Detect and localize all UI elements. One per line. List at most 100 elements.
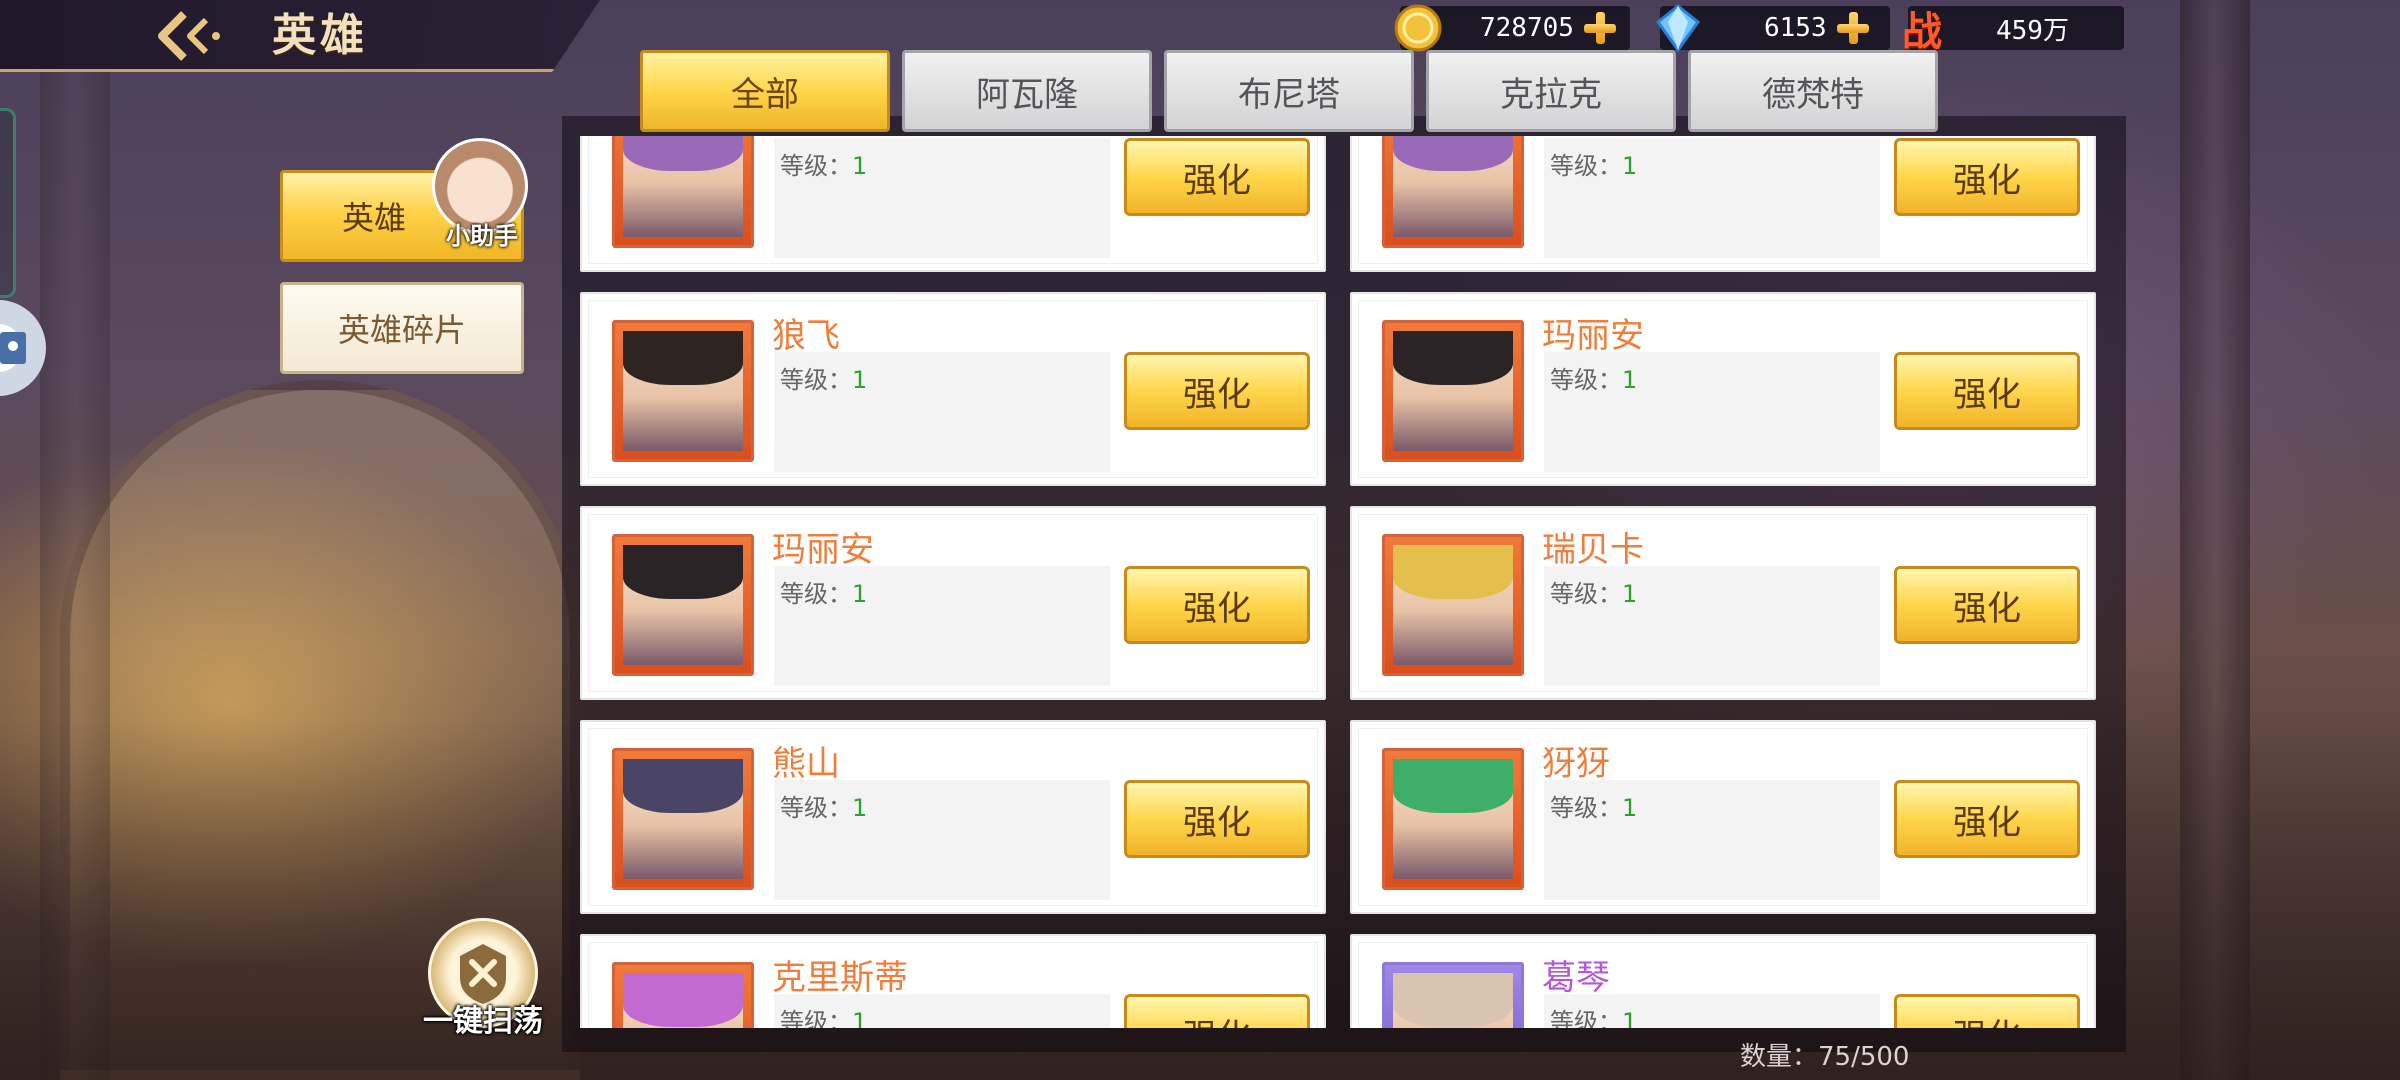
hero-name: 瑞贝卡 [1542,530,1644,570]
hero-card: 玛丽安 等级：1 强化 [1350,292,2096,486]
upgrade-label: 强化 [1183,802,1251,843]
tab-avalon[interactable]: 阿瓦隆 [902,50,1152,132]
tab-label: 布尼塔 [1238,74,1340,115]
hero-portrait[interactable] [612,534,754,676]
hero-grid: 弗拉明戈 等级：1 强化 弗拉明戈 等级：1 强化 狼飞 等级：1 强化 玛丽安… [580,136,2110,1028]
upgrade-label: 强化 [1953,374,2021,415]
level-label: 等级： [1550,794,1622,822]
hero-name: 犽犽 [1542,744,1610,784]
assistant-label: 小助手 [446,222,518,250]
hero-level: 等级：1 [780,1002,867,1028]
upgrade-label: 强化 [1183,1009,1251,1029]
upgrade-label: 强化 [1183,588,1251,629]
level-value: 1 [1622,794,1638,822]
hero-level: 等级：1 [780,788,867,823]
level-value: 1 [1622,152,1638,180]
upgrade-label: 强化 [1953,802,2021,843]
diamond-value: 6153 [1764,13,1827,43]
tab-label: 克拉克 [1500,74,1602,115]
level-value: 1 [852,1008,868,1028]
hero-level: 等级：1 [780,360,867,395]
hero-portrait[interactable] [612,748,754,890]
tab-label: 全部 [731,74,799,115]
level-value: 1 [1622,580,1638,608]
level-value: 1 [1622,1008,1638,1028]
upgrade-label: 强化 [1953,160,2021,201]
tab-label: 阿瓦隆 [976,74,1078,115]
upgrade-button[interactable]: 强化 [1124,566,1310,644]
upgrade-button[interactable]: 强化 [1124,352,1310,430]
hero-count: 数量：75/500 [1740,1042,1910,1072]
hero-name: 玛丽安 [1542,316,1644,356]
upgrade-button[interactable]: 强化 [1894,780,2080,858]
one-click-sweep-button[interactable]: 一键扫荡 [418,918,548,1048]
level-label: 等级： [1550,152,1622,180]
level-value: 1 [852,152,868,180]
hero-card: 克里斯蒂 等级：1 强化 [580,934,1326,1028]
hero-name: 克里斯蒂 [772,958,908,998]
hero-portrait[interactable] [1382,136,1524,248]
hero-portrait[interactable] [612,136,754,248]
level-label: 等级： [780,1008,852,1028]
assistant-button[interactable]: 小助手 [428,138,532,250]
hero-card: 葛琴 等级：1 强化 [1350,934,2096,1028]
add-diamond-button[interactable] [1835,10,1871,46]
tab-clark[interactable]: 克拉克 [1426,50,1676,132]
level-label: 等级： [1550,366,1622,394]
back-button[interactable] [150,6,230,66]
upgrade-button[interactable]: 强化 [1894,566,2080,644]
hero-name: 葛琴 [1542,958,1610,998]
gold-coin-icon [1394,4,1442,52]
gold-value: 728705 [1480,13,1574,43]
upgrade-label: 强化 [1953,1009,2021,1029]
hero-level: 等级：1 [1550,1002,1637,1028]
hero-level: 等级：1 [1550,360,1637,395]
sweep-label: 一键扫荡 [423,1004,543,1039]
hero-level: 等级：1 [780,574,867,609]
hero-level: 等级：1 [1550,146,1637,181]
back-arrow-icon [158,11,220,61]
hero-name: 玛丽安 [772,530,874,570]
hero-name: 熊山 [772,744,840,784]
hero-portrait[interactable] [1382,534,1524,676]
power-icon: 战 [1902,9,1942,55]
level-label: 等级： [780,580,852,608]
level-label: 等级： [780,152,852,180]
upgrade-button[interactable]: 强化 [1894,352,2080,430]
faction-tabs: 全部 阿瓦隆 布尼塔 克拉克 德梵特 [640,50,1938,134]
category-hero-shards-button[interactable]: 英雄碎片 [280,282,524,374]
hero-level: 等级：1 [780,146,867,181]
upgrade-button[interactable]: 强化 [1124,780,1310,858]
hero-portrait[interactable] [1382,962,1524,1028]
diamond-icon [1655,4,1701,53]
upgrade-label: 强化 [1183,374,1251,415]
upgrade-button[interactable]: 强化 [1124,994,1310,1028]
hero-level: 等级：1 [1550,574,1637,609]
add-gold-button[interactable] [1582,10,1618,46]
hero-card: 狼飞 等级：1 强化 [580,292,1326,486]
hero-list-viewport[interactable]: 弗拉明戈 等级：1 强化 弗拉明戈 等级：1 强化 狼飞 等级：1 强化 玛丽安… [580,136,2110,1028]
upgrade-button[interactable]: 强化 [1124,138,1310,216]
hero-portrait[interactable] [1382,320,1524,462]
tab-all[interactable]: 全部 [640,50,890,132]
tab-defante[interactable]: 德梵特 [1688,50,1938,132]
level-value: 1 [852,366,868,394]
hero-card: 玛丽安 等级：1 强化 [580,506,1326,700]
tab-brittany[interactable]: 布尼塔 [1164,50,1414,132]
upgrade-button[interactable]: 强化 [1894,994,2080,1028]
side-drawer-tab[interactable] [0,108,16,298]
power-display: 战 459万 [1902,6,2124,55]
hero-card: 弗拉明戈 等级：1 强化 [1350,136,2096,272]
category-heroes-label: 英雄 [341,199,406,237]
hero-portrait[interactable] [1382,748,1524,890]
level-value: 1 [1622,366,1638,394]
level-label: 等级： [780,794,852,822]
hero-card: 瑞贝卡 等级：1 强化 [1350,506,2096,700]
level-label: 等级： [1550,1008,1622,1028]
upgrade-label: 强化 [1183,160,1251,201]
hero-portrait[interactable] [612,962,754,1028]
hero-level: 等级：1 [1550,788,1637,823]
hero-card: 熊山 等级：1 强化 [580,720,1326,914]
upgrade-button[interactable]: 强化 [1894,138,2080,216]
hero-portrait[interactable] [612,320,754,462]
